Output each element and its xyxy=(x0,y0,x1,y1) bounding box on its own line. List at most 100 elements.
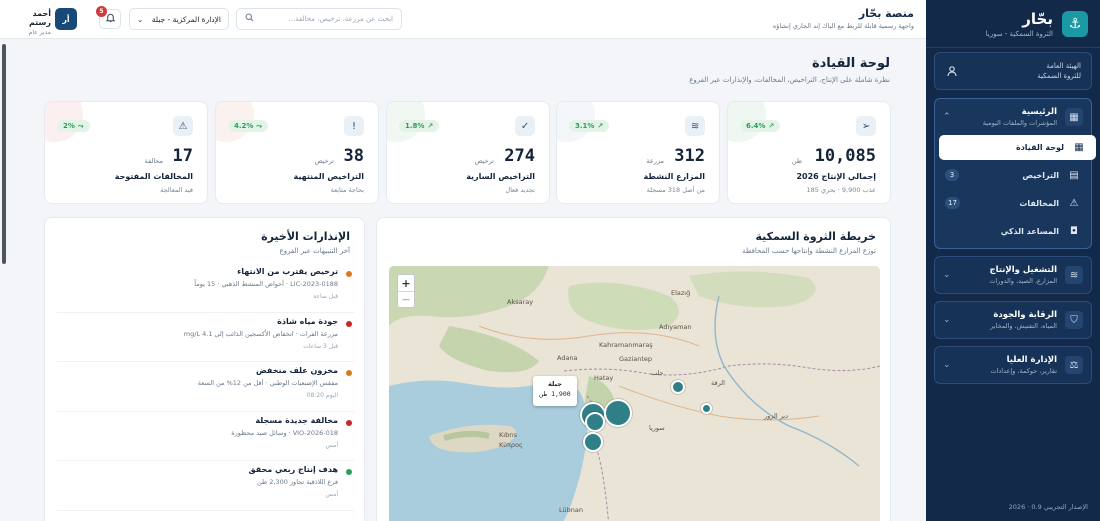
brand-subtitle: الثروة السمكية - سوريا xyxy=(985,29,1053,38)
alerts-list: ترخيص يقترب من الانتهاء LIC-2023-0188 · أ… xyxy=(57,263,354,511)
alert-item[interactable]: جودة مياه شاذة مزرعة الفرات · انخفاض الأك… xyxy=(57,313,354,362)
fisheries-map[interactable]: + − Aksaray Elazığ Adıyaman Kahramanmara… xyxy=(389,266,880,521)
kpi-unit: ترخيص xyxy=(314,157,334,165)
kpi-card[interactable]: ⚠ ⤳ 2% 17 مخالفة المخالفات المفتوحة قيد المعال… xyxy=(44,101,208,204)
sidebar-item-label: لوحة القيادة xyxy=(1015,143,1064,152)
nav-group-title: الرئيسية xyxy=(1021,107,1057,117)
nav-group-subtitle: المؤشرات والملفات اليومية xyxy=(982,119,1057,127)
alerts-subtitle: آخر التنبيهات عبر الفروع xyxy=(279,247,350,255)
user-info[interactable]: أحمد رستم مدير عام xyxy=(10,9,51,36)
map-terrain xyxy=(389,266,880,521)
tooltip-name: جبلة xyxy=(548,380,562,388)
avatar[interactable]: أر xyxy=(55,8,77,30)
notifications-button[interactable]: 5 xyxy=(96,6,121,29)
trend-value: 2% xyxy=(63,122,75,130)
alert-title: جودة مياه شاذة xyxy=(277,316,338,326)
trend-badge: ⤳ 2% xyxy=(57,120,90,132)
map-marker[interactable] xyxy=(583,432,603,452)
kpi-value: 17 xyxy=(172,146,193,166)
trend-value: 1.8% xyxy=(405,122,425,130)
nav-group-management[interactable]: ⚖ الإدارة العليا تقارير، حوكمة، وإعدادات… xyxy=(934,346,1092,384)
map-label: Hatay xyxy=(594,374,614,382)
map-label: الرقة xyxy=(711,379,725,387)
search-input[interactable] xyxy=(260,15,393,23)
kpi-label: المخالفات المفتوحة xyxy=(114,172,193,181)
alert-title: مخزون علف منخفض xyxy=(256,366,338,375)
kpi-label: التراخيص السارية xyxy=(466,172,535,181)
alert-item[interactable]: هدف إنتاج ربعي محقق فرع اللاذقية تجاوز 2,… xyxy=(57,461,354,511)
scrollbar[interactable] xyxy=(2,44,6,264)
alert-description: مزرعة الفرات · انخفاض الأكسجين الذائب إل… xyxy=(183,329,338,338)
alert-item[interactable]: ترخيص يقترب من الانتهاء LIC-2023-0188 · أ… xyxy=(57,263,354,313)
map-label: Adana xyxy=(557,354,578,362)
zoom-out-button[interactable]: − xyxy=(398,291,414,307)
grid-icon: ▦ xyxy=(1065,108,1083,126)
map-label: Adıyaman xyxy=(659,323,692,331)
kpi-label: إجمالي الإنتاج 2026 xyxy=(796,172,876,181)
page-title: لوحة القيادة xyxy=(811,56,890,71)
user-name: أحمد رستم xyxy=(28,9,51,27)
map-marker[interactable] xyxy=(585,412,605,432)
nav-group-quality[interactable]: ⛉ الرقابة والجودة المياه، التفتيش، والمخ… xyxy=(934,301,1092,339)
nav-group-subtitle: المياه، التفتيش، والمخابر xyxy=(990,322,1057,330)
alert-item[interactable]: مخزون علف منخفض مفقس الإصبعيات الوطني · أ… xyxy=(57,362,354,412)
org-card[interactable]: الهيئة العامة للثروة السمكية xyxy=(934,52,1092,90)
sidebar-item-licenses[interactable]: ▤ التراخيص 3 xyxy=(935,162,1091,188)
alert-time: اليوم 08:20 xyxy=(306,392,338,399)
map-tooltip: جبلة 1,900 طن xyxy=(533,376,577,406)
status-dot xyxy=(346,370,352,376)
kpi-card[interactable]: ✓ ↗ 1.8% 274 ترخيص التراخيص السارية تجديد فعال xyxy=(386,101,550,204)
trend-value: 3.1% xyxy=(575,122,595,130)
trend-badge: ↗ 6.4% xyxy=(740,120,781,132)
alert-description: مفقس الإصبعيات الوطني · أقل من 12% من ال… xyxy=(197,379,338,387)
map-marker[interactable] xyxy=(701,403,712,414)
branch-select[interactable]: الإدارة المركزية - جبلة ⌄ xyxy=(129,8,229,30)
robot-icon: ◘ xyxy=(1070,225,1078,237)
user-badge-icon xyxy=(945,64,959,78)
alert-box-icon: ⚠ xyxy=(1069,197,1079,209)
kpi-card[interactable]: ! ⤳ 4.2% 38 ترخيص التراخيص المنتهية بحاجة متاب… xyxy=(215,101,379,204)
trend-badge: ⤳ 4.2% xyxy=(228,120,269,132)
app-title: منصة بحّار xyxy=(858,7,914,20)
page-subtitle: نظرة شاملة على الإنتاج، التراخيص، المخال… xyxy=(689,76,890,84)
alerts-title: الإنذارات الأخيرة xyxy=(261,230,350,243)
user-role: مدير عام xyxy=(28,29,51,36)
alert-time: أمس xyxy=(325,491,338,498)
document-icon: ▤ xyxy=(1069,169,1079,181)
map-label: Lübnan xyxy=(559,506,583,514)
check-circle-icon: ✓ xyxy=(515,116,535,136)
zoom-in-button[interactable]: + xyxy=(398,275,414,291)
nav-group-main-header[interactable]: ▦ الرئيسية المؤشرات والملفات اليومية ⌃ xyxy=(935,99,1091,135)
kpi-card[interactable]: ➢ ↗ 6.4% 10,085 طن إجمالي الإنتاج 2026 عذب 9,9… xyxy=(727,101,891,204)
sidebar-item-assistant[interactable]: ◘ المساعد الذكي xyxy=(935,218,1091,244)
trend-value: 4.2% xyxy=(234,122,254,130)
sidebar-item-violations[interactable]: ⚠ المخالفات 17 xyxy=(935,190,1091,216)
trend-arrow-icon: ↗ xyxy=(768,122,775,130)
nav-group-operations[interactable]: ≋ التشغيل والإنتاج المزارع، الصيد، والدو… xyxy=(934,256,1092,294)
alerts-panel: الإنذارات الأخيرة آخر التنبيهات عبر الفر… xyxy=(44,217,365,521)
kpi-card[interactable]: ≋ ↗ 3.1% 312 مزرعة المزارع النشطة من أصل 318 م… xyxy=(556,101,720,204)
org-line-1: الهيئة العامة xyxy=(1046,62,1081,70)
alert-description: LIC-2023-0188 · أحواض المنشط الذهبي · 15… xyxy=(194,280,338,288)
sidebar: ⚓ بحّار الثروة السمكية - سوريا الهيئة ال… xyxy=(926,0,1100,521)
brand-name: بحّار xyxy=(1022,9,1053,28)
map-marker[interactable] xyxy=(671,380,685,394)
status-dot xyxy=(346,320,352,327)
status-dot xyxy=(346,469,352,475)
trend-arrow-icon: ↗ xyxy=(427,122,434,130)
sidebar-item-label: التراخيص xyxy=(1022,170,1059,180)
trend-value: 6.4% xyxy=(746,122,766,130)
document-alert-icon: ! xyxy=(344,116,364,136)
kpi-note: قيد المعالجة xyxy=(160,186,193,194)
nav-group-title: التشغيل والإنتاج xyxy=(989,265,1057,275)
map-marker[interactable] xyxy=(604,399,632,427)
notification-count-badge: 5 xyxy=(96,6,107,17)
kpi-value: 274 xyxy=(504,146,535,166)
org-line-2: للثروة السمكية xyxy=(1037,72,1081,80)
sidebar-item-dashboard[interactable]: ▦ لوحة القيادة xyxy=(939,135,1096,160)
alert-description: فرع اللاذقية تجاوز 2,300 طن xyxy=(257,478,338,486)
alert-title: مخالفة جديدة مسجلة xyxy=(255,415,338,425)
nav-group-title: الرقابة والجودة xyxy=(993,310,1057,320)
alert-item[interactable]: مخالفة جديدة مسجلة VIO-2026-018 · وسائل ص… xyxy=(57,412,354,461)
map-label: Gaziantep xyxy=(619,355,653,363)
